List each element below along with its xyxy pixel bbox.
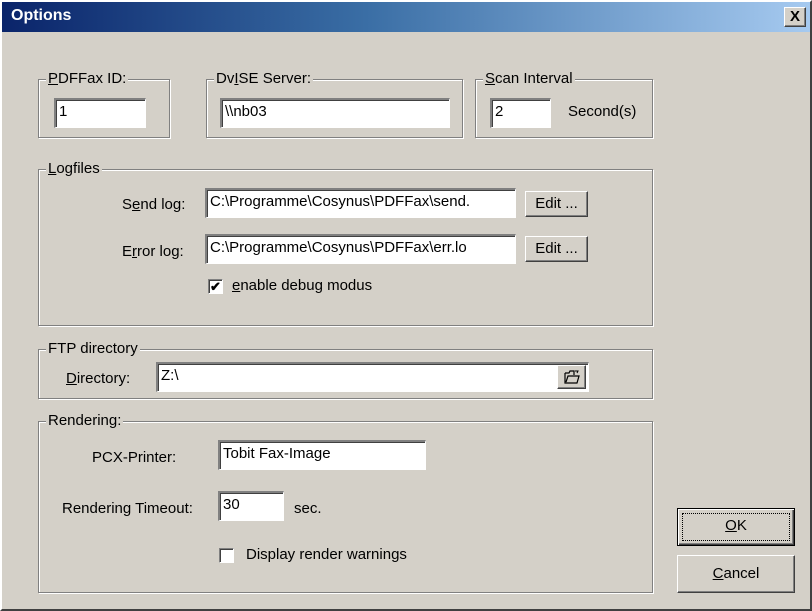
dvise-server-input[interactable]: \\nb03 xyxy=(220,98,450,128)
options-dialog: Options X PDFFax ID: 1 DvISE Server: \\n… xyxy=(0,0,812,611)
rendering-legend: Rendering: xyxy=(46,412,124,430)
close-icon: X xyxy=(789,8,800,25)
error-log-input[interactable]: C:\Programme\Cosynus\PDFFax\err.lo xyxy=(205,234,516,264)
directory-input[interactable]: Z:\ xyxy=(156,362,589,392)
pcx-printer-label: PCX-Printer: xyxy=(92,449,177,466)
ftp-directory-legend: FTP directory xyxy=(46,340,140,358)
send-log-label: Send log: xyxy=(122,196,186,213)
scan-interval-unit: Second(s) xyxy=(568,103,637,120)
logfiles-legend: Logfiles xyxy=(46,160,102,178)
dialog-title: Options xyxy=(11,7,72,24)
cancel-button[interactable]: Cancel xyxy=(677,555,795,593)
pdffax-id-input[interactable]: 1 xyxy=(54,98,146,128)
directory-label: Directory: xyxy=(66,370,131,387)
folder-open-icon xyxy=(563,368,580,385)
scan-interval-input[interactable]: 2 xyxy=(490,98,551,128)
close-button[interactable]: X xyxy=(784,7,806,27)
pcx-printer-input[interactable]: Tobit Fax-Image xyxy=(218,440,426,470)
directory-value: Z:\ xyxy=(161,367,179,384)
title-bar[interactable]: Options X xyxy=(2,2,810,32)
focus-rectangle xyxy=(682,513,790,541)
scan-interval-label: Scan Interval xyxy=(483,70,575,88)
send-log-input[interactable]: C:\Programme\Cosynus\PDFFax\send. xyxy=(205,188,516,218)
dvise-server-label: DvISE Server: xyxy=(214,70,314,88)
rendering-timeout-unit: sec. xyxy=(294,500,322,517)
ok-button[interactable]: OK xyxy=(677,508,795,546)
browse-folder-button[interactable] xyxy=(557,365,586,389)
debug-checkbox[interactable]: ✔ xyxy=(208,279,223,294)
rendering-timeout-input[interactable]: 30 xyxy=(218,491,284,521)
rendering-timeout-label: Rendering Timeout: xyxy=(62,500,193,517)
pdffax-id-label: PDFFax ID: xyxy=(46,70,129,88)
render-warnings-checkbox[interactable] xyxy=(219,548,234,563)
error-log-edit-button[interactable]: Edit ... xyxy=(525,236,588,262)
error-log-label: Error log: xyxy=(122,243,184,260)
send-log-edit-button[interactable]: Edit ... xyxy=(525,191,588,217)
debug-label[interactable]: enable debug modus xyxy=(232,277,372,295)
render-warnings-label[interactable]: Display render warnings xyxy=(246,546,407,564)
